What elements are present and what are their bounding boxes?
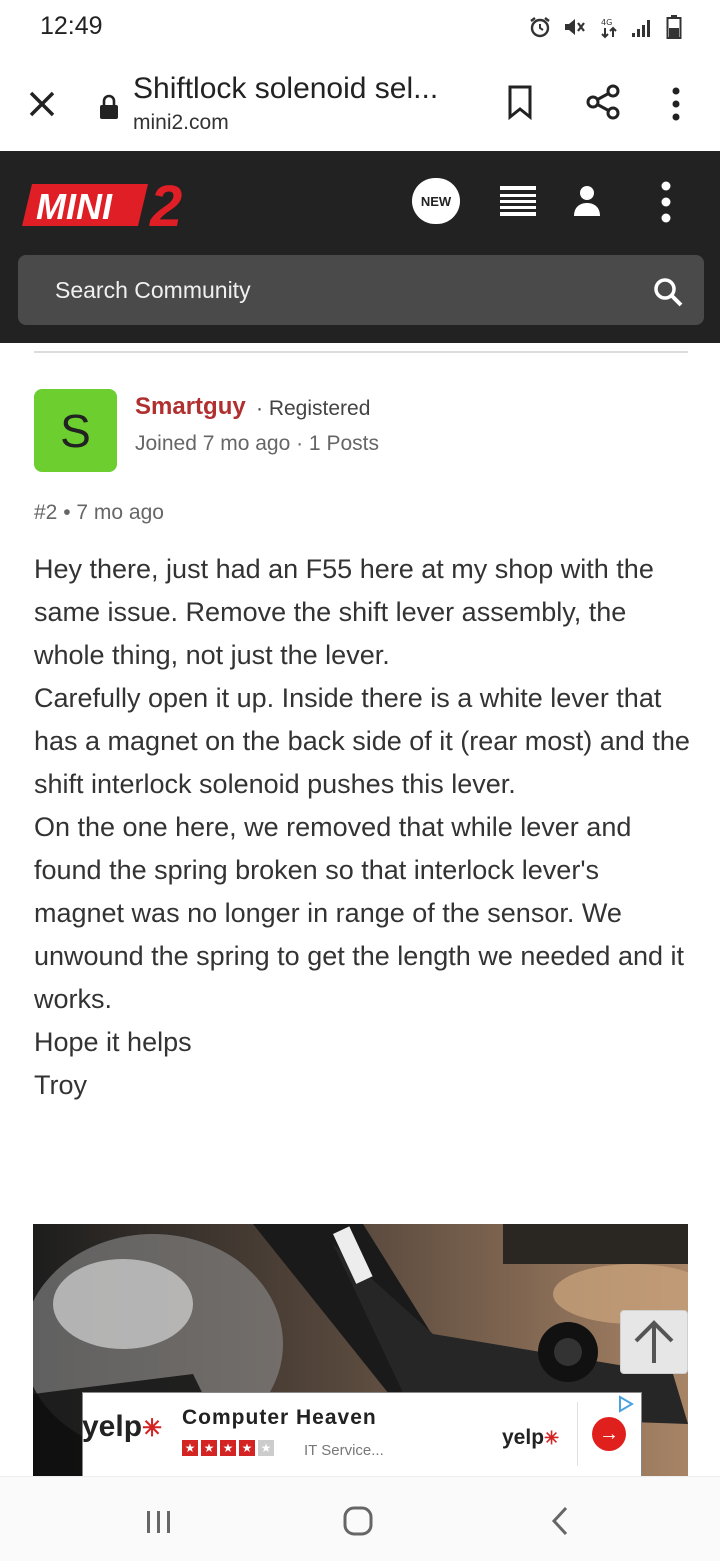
page-title[interactable]: Shiftlock solenoid sel... bbox=[133, 72, 438, 106]
search-icon[interactable] bbox=[652, 276, 684, 308]
more-icon[interactable] bbox=[658, 180, 674, 224]
star-icon: ★ bbox=[220, 1440, 236, 1456]
back-icon[interactable] bbox=[550, 1506, 570, 1536]
star-icon: ★ bbox=[201, 1440, 217, 1456]
post-body: Hey there, just had an F55 here at my sh… bbox=[34, 548, 694, 1107]
post-paragraph: Troy bbox=[34, 1070, 87, 1100]
ad-category: IT Service... bbox=[304, 1442, 384, 1459]
lock-icon bbox=[100, 94, 118, 119]
bookmark-icon[interactable] bbox=[506, 84, 534, 120]
status-icons: 4G bbox=[528, 14, 682, 40]
page-url[interactable]: mini2.com bbox=[133, 111, 229, 135]
ad-go-button[interactable]: → bbox=[592, 1417, 626, 1451]
post-paragraph: On the one here, we removed that while l… bbox=[34, 812, 684, 1014]
star-icon: ★ bbox=[182, 1440, 198, 1456]
user-role: · Registered bbox=[256, 397, 371, 420]
ad-brand-logo[interactable]: yelp✳ bbox=[82, 1410, 162, 1444]
arrow-up-icon bbox=[634, 1320, 674, 1363]
username-link[interactable]: Smartguy bbox=[135, 393, 246, 421]
user-joined: Joined 7 mo ago · 1 Posts bbox=[135, 432, 379, 455]
alarm-icon bbox=[530, 17, 550, 38]
list-icon[interactable] bbox=[498, 184, 538, 218]
post-paragraph: Carefully open it up. Inside there is a … bbox=[34, 683, 690, 799]
rating-stars: ★ ★ ★ ★ ★ bbox=[182, 1440, 274, 1456]
recent-apps-icon[interactable] bbox=[145, 1510, 173, 1534]
burst-icon: ✳ bbox=[142, 1415, 163, 1442]
ad-divider bbox=[577, 1402, 578, 1466]
battery-icon bbox=[666, 15, 682, 39]
close-icon[interactable] bbox=[24, 86, 60, 122]
site-logo[interactable]: MINI 2 bbox=[18, 176, 194, 232]
post-paragraph: Hope it helps bbox=[34, 1027, 192, 1057]
svg-text:2: 2 bbox=[149, 176, 182, 232]
ad-business-name[interactable]: Computer Heaven bbox=[182, 1406, 377, 1430]
data-icon: 4G bbox=[601, 18, 617, 39]
star-icon: ★ bbox=[239, 1440, 255, 1456]
new-posts-button[interactable]: NEW bbox=[412, 178, 460, 224]
post-paragraph: Hey there, just had an F55 here at my sh… bbox=[34, 554, 654, 670]
star-empty-icon: ★ bbox=[258, 1440, 274, 1456]
adchoices-icon[interactable] bbox=[616, 1394, 636, 1414]
status-time: 12:49 bbox=[40, 12, 103, 40]
svg-text:MINI: MINI bbox=[36, 186, 113, 227]
browser-toolbar: Shiftlock solenoid sel... mini2.com bbox=[0, 56, 720, 151]
ad-brand-text: yelp bbox=[82, 1410, 143, 1443]
signal-icon bbox=[632, 20, 650, 37]
burst-icon: ✳ bbox=[544, 1428, 560, 1448]
ad-brand-text-right: yelp bbox=[502, 1426, 545, 1449]
ad-brand-logo-right[interactable]: yelp✳ bbox=[502, 1426, 559, 1450]
scroll-to-top-button[interactable] bbox=[620, 1310, 688, 1374]
status-bar: 12:49 4G bbox=[0, 0, 720, 56]
divider bbox=[34, 351, 688, 353]
search-input[interactable]: Search Community bbox=[55, 277, 251, 304]
share-icon[interactable] bbox=[585, 84, 621, 120]
svg-text:4G: 4G bbox=[601, 18, 612, 27]
home-icon[interactable] bbox=[343, 1506, 373, 1536]
post-meta[interactable]: #2 • 7 mo ago bbox=[34, 501, 164, 525]
avatar[interactable]: S bbox=[34, 389, 117, 472]
overflow-menu-icon[interactable] bbox=[670, 86, 682, 122]
mute-icon bbox=[565, 19, 585, 35]
user-icon[interactable] bbox=[572, 184, 602, 218]
